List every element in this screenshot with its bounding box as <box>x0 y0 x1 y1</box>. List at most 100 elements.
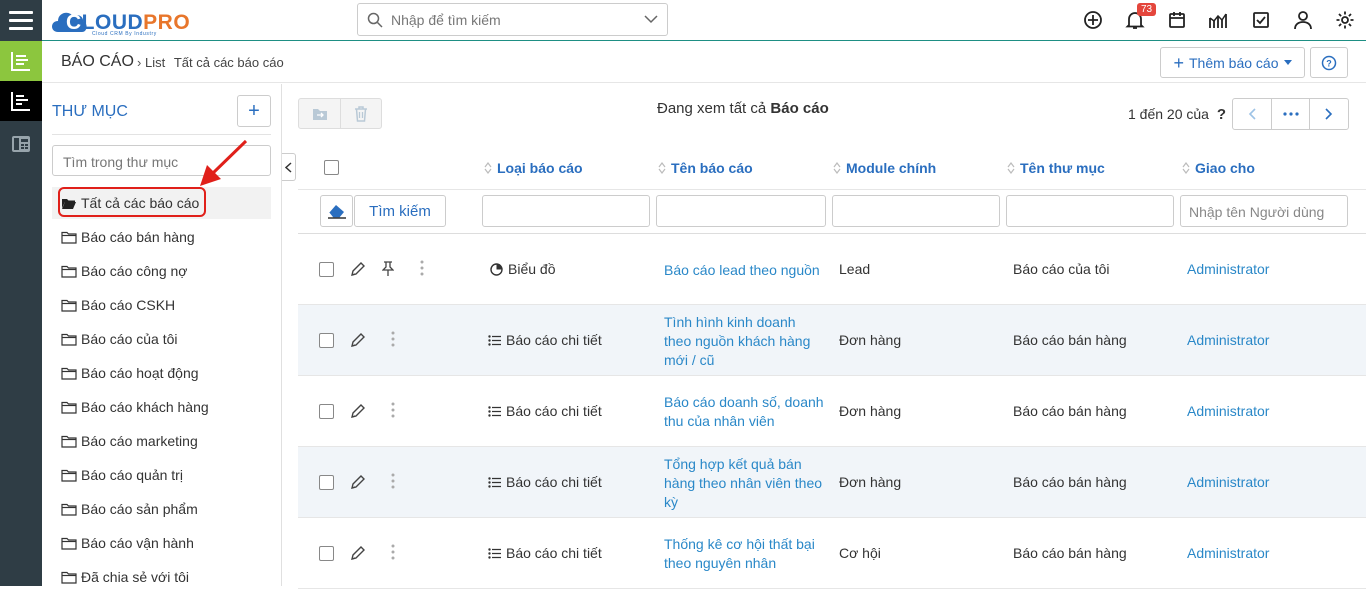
folder-item[interactable]: Báo cáo vận hành <box>52 527 271 559</box>
delete-button[interactable] <box>340 98 382 129</box>
report-name-link[interactable]: Tổng hợp kết quả bán hàng theo nhân viên… <box>664 455 826 512</box>
column-header[interactable]: Tên thư mục <box>1007 160 1105 176</box>
add-folder-button[interactable]: + <box>237 95 271 127</box>
row-checkbox[interactable] <box>319 546 334 561</box>
cloudpro-logo[interactable]: CLOUDPRO Cloud CRM By Industry <box>48 4 200 38</box>
chevron-down-icon[interactable] <box>644 15 658 24</box>
edit-pencil-icon[interactable] <box>350 403 366 419</box>
folder-item[interactable]: Báo cáo hoạt động <box>52 357 271 389</box>
more-vertical-icon[interactable] <box>391 544 395 560</box>
calendar-icon[interactable] <box>1167 10 1187 30</box>
filter-folder-input[interactable] <box>1006 195 1174 227</box>
eraser-icon <box>327 205 346 219</box>
filter-type-input[interactable] <box>482 195 650 227</box>
gear-icon[interactable] <box>1335 10 1355 30</box>
notification-badge: 73 <box>1137 3 1157 16</box>
assignee-link[interactable]: Administrator <box>1187 544 1269 563</box>
breadcrumb-module[interactable]: BÁO CÁO <box>61 53 134 71</box>
folder-item[interactable]: Báo cáo công nợ <box>52 255 271 287</box>
folder-item[interactable]: Đã chia sẻ với tôi <box>52 561 271 593</box>
sort-icon <box>658 162 666 174</box>
folder-item[interactable]: Báo cáo của tôi <box>52 323 271 355</box>
move-folder-button[interactable] <box>298 98 341 129</box>
report-name-link[interactable]: Tình hình kinh doanh theo nguồn khách hà… <box>664 313 826 370</box>
folder-icon <box>61 571 77 584</box>
assignee-link[interactable]: Administrator <box>1187 402 1269 421</box>
folder-item[interactable]: Báo cáo marketing <box>52 425 271 457</box>
search-button[interactable]: Tìm kiếm <box>354 195 446 227</box>
column-header[interactable]: Loại báo cáo <box>484 160 583 176</box>
primary-module: Đơn hàng <box>839 474 902 490</box>
global-search-input[interactable]: Nhập để tìm kiếm <box>357 3 668 36</box>
assignee-link[interactable]: Administrator <box>1187 473 1269 492</box>
folder-label: Báo cáo vận hành <box>81 535 194 551</box>
list-view-icon[interactable] <box>0 41 42 81</box>
filter-module-input[interactable] <box>832 195 1000 227</box>
pin-icon[interactable] <box>382 261 394 277</box>
report-type: Báo cáo chi tiết <box>488 473 602 492</box>
folder-name: Báo cáo bán hàng <box>1013 474 1127 490</box>
table-row[interactable]: Báo cáo chi tiết Thống kê cơ hội thất bại… <box>298 518 1366 589</box>
primary-module: Lead <box>839 261 871 277</box>
table-row[interactable]: Báo cáo chi tiết Tổng hợp kết quả bán hàn… <box>298 447 1366 518</box>
folder-icon <box>61 401 77 414</box>
column-header[interactable]: Tên báo cáo <box>658 160 753 176</box>
add-report-button[interactable]: + Thêm báo cáo <box>1160 47 1305 78</box>
row-checkbox[interactable] <box>319 475 334 490</box>
folder-item[interactable]: Báo cáo CSKH <box>52 289 271 321</box>
edit-pencil-icon[interactable] <box>350 474 366 490</box>
report-name-link[interactable]: Báo cáo doanh số, doanh thu của nhân viê… <box>664 393 826 431</box>
folder-icon <box>61 265 77 278</box>
edit-pencil-icon[interactable] <box>350 261 366 277</box>
list-icon <box>488 477 501 488</box>
help-button[interactable]: ? <box>1310 47 1348 78</box>
assignee-link[interactable]: Administrator <box>1187 331 1269 350</box>
primary-module: Đơn hàng <box>839 403 902 419</box>
previous-page-button[interactable] <box>1233 99 1272 129</box>
primary-module: Đơn hàng <box>839 332 902 348</box>
more-vertical-icon[interactable] <box>391 331 395 347</box>
filter-assignee-input[interactable]: Nhập tên Người dùng <box>1180 195 1348 227</box>
report-icon[interactable] <box>0 81 42 121</box>
phone-icon[interactable] <box>0 124 42 164</box>
edit-pencil-icon[interactable] <box>350 332 366 348</box>
row-checkbox[interactable] <box>319 262 334 277</box>
select-all-checkbox[interactable] <box>324 160 339 175</box>
table-row[interactable]: Biểu đồ Báo cáo lead theo nguồn Lead Báo cá… <box>298 234 1366 305</box>
more-vertical-icon[interactable] <box>391 473 395 489</box>
folder-item[interactable]: Báo cáo quản trị <box>52 459 271 491</box>
folder-label: Báo cáo của tôi <box>81 331 178 347</box>
folder-icon <box>61 435 77 448</box>
menu-icon[interactable] <box>0 0 42 40</box>
page-jump-button[interactable] <box>1272 99 1311 129</box>
more-vertical-icon[interactable] <box>420 260 424 276</box>
collapse-panel-button[interactable] <box>282 153 296 181</box>
table-row[interactable]: Báo cáo chi tiết Báo cáo doanh số, doanh … <box>298 376 1366 447</box>
edit-pencil-icon[interactable] <box>350 545 366 561</box>
assignee-link[interactable]: Administrator <box>1187 260 1269 279</box>
report-name-link[interactable]: Thống kê cơ hội thất bại theo nguyên nhâ… <box>664 535 826 573</box>
folder-item[interactable]: Báo cáo sản phẩm <box>52 493 271 525</box>
filter-name-input[interactable] <box>656 195 826 227</box>
column-header[interactable]: Module chính <box>833 160 936 176</box>
analytics-icon[interactable] <box>1208 10 1228 30</box>
list-icon <box>488 335 501 346</box>
folder-label: Báo cáo marketing <box>81 433 198 449</box>
more-vertical-icon[interactable] <box>391 402 395 418</box>
report-name-link[interactable]: Báo cáo lead theo nguồn <box>664 261 826 280</box>
chevron-right-icon <box>1325 108 1333 120</box>
add-circle-icon[interactable] <box>1083 10 1103 30</box>
task-checkbox-icon[interactable] <box>1251 10 1271 30</box>
breadcrumb-list[interactable]: List <box>145 55 165 70</box>
folder-item[interactable]: Báo cáo bán hàng <box>52 221 271 253</box>
search-placeholder: Nhập để tìm kiếm <box>391 12 501 28</box>
clear-filter-button[interactable] <box>320 195 353 227</box>
user-icon[interactable] <box>1293 10 1313 30</box>
row-checkbox[interactable] <box>319 333 334 348</box>
page-help-icon[interactable]: ? <box>1217 106 1226 123</box>
next-page-button[interactable] <box>1310 99 1348 129</box>
folder-item[interactable]: Báo cáo khách hàng <box>52 391 271 423</box>
row-checkbox[interactable] <box>319 404 334 419</box>
column-header[interactable]: Giao cho <box>1182 160 1255 176</box>
table-row[interactable]: Báo cáo chi tiết Tình hình kinh doanh the… <box>298 305 1366 376</box>
